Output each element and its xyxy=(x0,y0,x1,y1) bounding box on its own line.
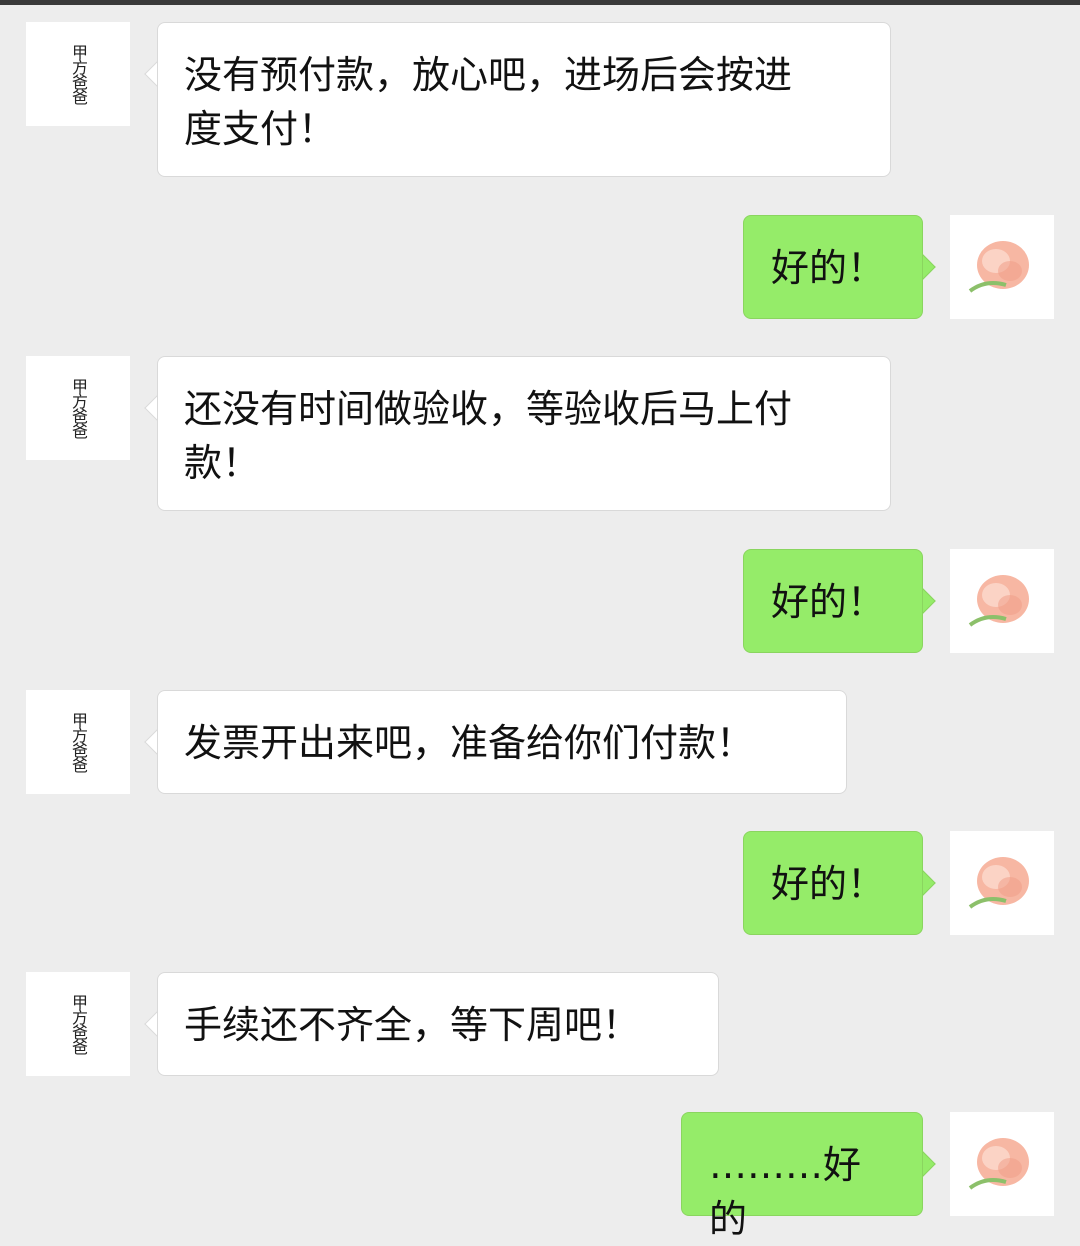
contact-avatar[interactable]: 甲方爸爸 xyxy=(26,356,130,460)
peach-avatar-icon xyxy=(968,241,1029,293)
message-bubble-outgoing[interactable]: ………好的 xyxy=(681,1112,923,1241)
peach-avatar-icon xyxy=(968,575,1029,627)
message-bubble-incoming[interactable]: 发票开出来吧，准备给你们付款！ xyxy=(157,690,847,794)
contact-avatar-label: 甲方爸爸 xyxy=(69,378,88,438)
message-bubble-incoming[interactable]: 还没有时间做验收，等验收后马上付 款！ xyxy=(157,356,891,511)
peach-avatar-icon xyxy=(968,1138,1029,1190)
peach-avatar-icon xyxy=(968,857,1029,909)
message-bubble-incoming[interactable]: 没有预付款，放心吧，进场后会按进 度支付！ xyxy=(157,22,891,177)
contact-avatar-label: 甲方爸爸 xyxy=(69,712,88,772)
contact-avatar[interactable]: 甲方爸爸 xyxy=(26,972,130,1076)
status-bar-edge xyxy=(0,0,1080,5)
contact-avatar-label: 甲方爸爸 xyxy=(69,994,88,1054)
message-bubble-outgoing[interactable]: 好的！ xyxy=(743,215,923,319)
message-bubble-outgoing[interactable]: 好的！ xyxy=(743,831,923,935)
contact-avatar[interactable]: 甲方爸爸 xyxy=(26,690,130,794)
message-bubble-outgoing[interactable]: 好的！ xyxy=(743,549,923,653)
self-avatar[interactable] xyxy=(950,1112,1054,1216)
message-bubble-incoming[interactable]: 手续还不齐全，等下周吧！ xyxy=(157,972,719,1076)
contact-avatar[interactable]: 甲方爸爸 xyxy=(26,22,130,126)
self-avatar[interactable] xyxy=(950,215,1054,319)
self-avatar[interactable] xyxy=(950,549,1054,653)
contact-avatar-label: 甲方爸爸 xyxy=(69,44,88,104)
self-avatar[interactable] xyxy=(950,831,1054,935)
